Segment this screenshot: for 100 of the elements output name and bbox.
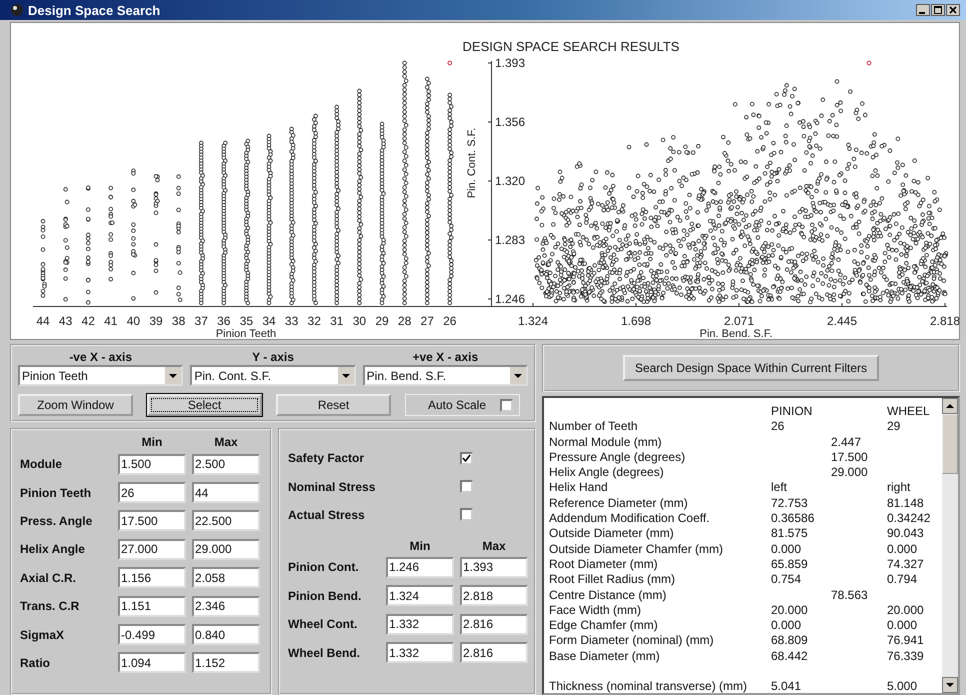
- axis-tick-label: 1.393: [495, 56, 526, 70]
- max-field[interactable]: 2.058: [192, 567, 260, 588]
- max-field[interactable]: 2.500: [192, 454, 260, 475]
- filter-label: Pinion Bend.: [288, 588, 362, 603]
- max-field[interactable]: 2.816: [460, 614, 528, 635]
- column-heading: Min: [140, 435, 164, 449]
- max-field[interactable]: 44: [192, 482, 260, 504]
- axis-tick-label: 42: [82, 314, 95, 328]
- pinion-value: 0.000: [771, 542, 802, 557]
- property-label: Helix Angle (degrees): [549, 465, 665, 480]
- property-label: Number of Teeth: [549, 419, 638, 435]
- option-label: Safety Factor: [288, 451, 366, 466]
- axis-tick-label: 2.445: [826, 314, 858, 328]
- axis-tick-label: 35: [240, 314, 254, 328]
- min-field[interactable]: -0.499: [118, 624, 186, 646]
- max-field[interactable]: 0.840: [192, 624, 260, 646]
- wheel-value: 5.000: [887, 679, 918, 693]
- property-label: Base Diameter (mm): [549, 648, 661, 664]
- filter-label: Ratio: [20, 656, 51, 670]
- axis-tick-label: 1.283: [495, 233, 526, 247]
- wheel-value: 90.043: [887, 526, 925, 542]
- minimize-icon[interactable]: [916, 4, 930, 16]
- scroll-down-icon[interactable]: [942, 677, 958, 693]
- max-field[interactable]: 2.816: [460, 642, 528, 664]
- maximize-icon[interactable]: [931, 4, 945, 16]
- axis-dropdown[interactable]: Pin. Cont. S.F.: [190, 365, 356, 386]
- axis-tick-label: 1.320: [495, 174, 526, 188]
- app-icon: [10, 3, 24, 17]
- filter-label: Pinion Cont.: [288, 560, 360, 574]
- axis-tick-label: 36: [217, 314, 230, 328]
- min-field[interactable]: 1.500: [118, 454, 186, 475]
- min-field[interactable]: 1.332: [386, 614, 454, 635]
- min-field[interactable]: 26: [118, 482, 186, 504]
- axis-tick-label: 1.698: [620, 314, 652, 328]
- max-field[interactable]: 1.152: [192, 652, 260, 674]
- action-button[interactable]: Reset: [276, 394, 391, 416]
- min-field[interactable]: 1.156: [118, 567, 186, 588]
- axis-dropdown[interactable]: Pinion Teeth: [18, 365, 184, 386]
- shared-value: 17.500: [831, 450, 869, 466]
- pinion-value: 65.859: [771, 556, 809, 572]
- window-title: Design Space Search: [28, 2, 162, 18]
- axis-tick-label: 32: [308, 314, 321, 328]
- shared-value: 29.000: [831, 465, 869, 480]
- axis-tick-label: 41: [104, 314, 118, 328]
- scrollbar[interactable]: [942, 398, 958, 693]
- min-field[interactable]: 1.246: [386, 556, 454, 578]
- axis-tick-label: 43: [58, 314, 72, 328]
- property-label: Reference Diameter (mm): [549, 496, 689, 512]
- axis-tick-label: 34: [262, 314, 276, 328]
- action-button[interactable]: Zoom Window: [18, 394, 133, 416]
- max-field[interactable]: 2.346: [192, 596, 260, 617]
- min-field[interactable]: 1.332: [386, 642, 454, 664]
- min-field[interactable]: 17.500: [118, 510, 186, 532]
- axis-tick-label: 30: [352, 314, 366, 328]
- pinion-value: 26: [771, 419, 786, 435]
- axis-tick-label: 2.071: [724, 314, 754, 328]
- wheel-value: 0.794: [887, 572, 918, 588]
- filter-label: Wheel Bend.: [288, 646, 362, 660]
- axis-tick-label: 27: [420, 314, 434, 328]
- option-checkbox[interactable]: [460, 480, 473, 494]
- max-field[interactable]: 2.818: [460, 585, 528, 606]
- axis-tick-label: 29: [375, 314, 389, 328]
- axis-tick-label: 26: [443, 314, 456, 328]
- action-button[interactable]: Select: [147, 394, 262, 416]
- option-checkbox[interactable]: [460, 508, 473, 522]
- axis-label: Pin. Bend. S.F.: [700, 328, 772, 337]
- axis-label: Pin. Cont. S.F.: [466, 128, 478, 198]
- max-field[interactable]: 29.000: [192, 538, 260, 560]
- wheel-value: 74.327: [887, 556, 925, 572]
- scroll-up-icon[interactable]: [942, 398, 958, 414]
- shared-value: 78.563: [831, 588, 869, 603]
- property-label: Centre Distance (mm): [549, 588, 668, 603]
- min-field[interactable]: 1.324: [386, 585, 454, 606]
- wheel-value: 20.000: [887, 602, 925, 618]
- max-field[interactable]: 22.500: [192, 510, 260, 532]
- scroll-thumb[interactable]: [942, 414, 958, 474]
- option-label: Actual Stress: [288, 508, 366, 522]
- max-field[interactable]: 1.393: [460, 556, 528, 578]
- axis-dropdown[interactable]: Pin. Bend. S.F.: [362, 365, 528, 386]
- pinion-value: 0.754: [771, 572, 802, 588]
- close-icon[interactable]: [946, 4, 960, 16]
- pinion-value: 0.36586: [771, 511, 816, 526]
- search-button[interactable]: Search Design Space Within Current Filters: [622, 355, 880, 381]
- column-heading: WHEEL: [887, 404, 931, 420]
- pinion-value: 68.809: [771, 633, 809, 649]
- option-label: Nominal Stress: [288, 480, 376, 494]
- min-field[interactable]: 1.151: [118, 596, 186, 617]
- wheel-value: 76.941: [887, 633, 925, 649]
- axis-tick-label: 33: [284, 314, 298, 328]
- auto-scale-label: Auto Scale: [428, 398, 486, 412]
- filter-label: Helix Angle: [20, 542, 86, 556]
- axis-heading: +ve X - axis: [411, 350, 480, 364]
- plot-title: DESIGN SPACE SEARCH RESULTS: [462, 39, 680, 54]
- auto-scale-checkbox[interactable]: [500, 398, 513, 412]
- min-field[interactable]: 27.000: [118, 538, 186, 560]
- axis-tick-label: 1.324: [518, 314, 548, 328]
- filter-label: Trans. C.R: [20, 599, 80, 614]
- min-field[interactable]: 1.094: [118, 652, 186, 674]
- wheel-value: 0.000: [887, 542, 918, 557]
- option-checkbox[interactable]: [460, 452, 473, 465]
